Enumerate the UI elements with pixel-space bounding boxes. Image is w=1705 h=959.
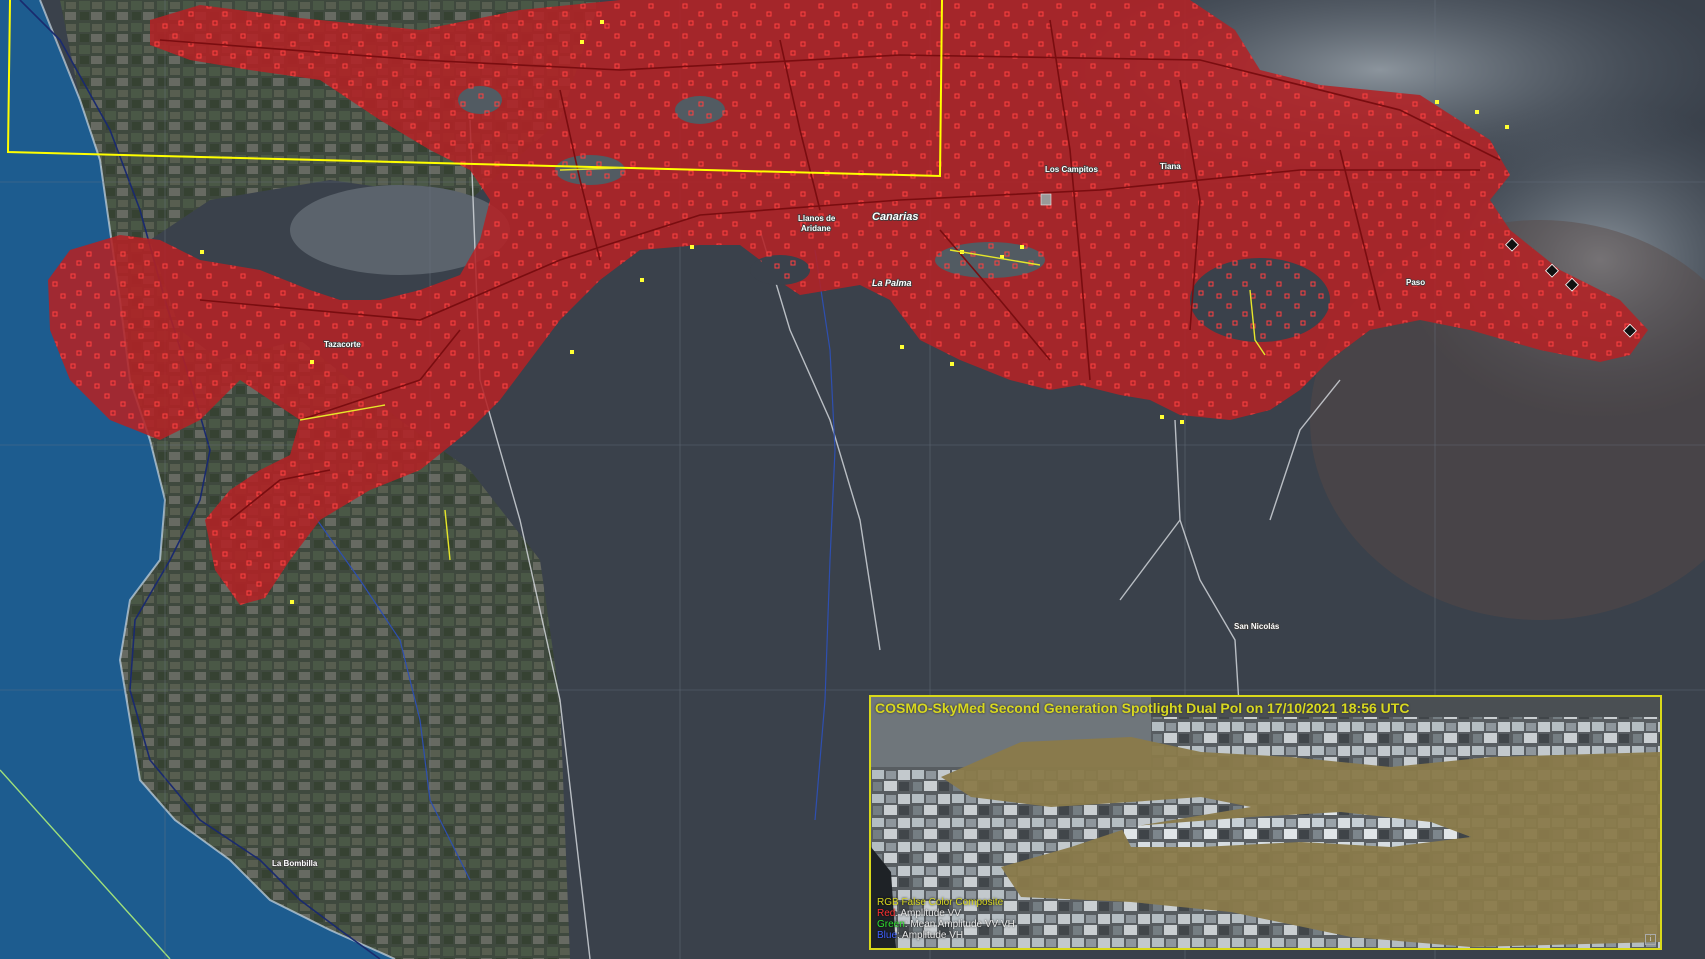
place-label-los-campitos: Los Campitos [1045,165,1098,174]
legend-blue-value: : Amplitude VH [897,930,964,941]
inset-legend: RGB False Color Composite Red: Amplitude… [877,897,1015,941]
place-label-san-nicolas: San Nicolás [1234,622,1280,631]
legend-green-row: Green: Mean Amplitude VV-VH [877,919,1015,930]
place-label-la-bombilla: La Bombilla [272,859,318,868]
legend-red-key: Red [877,908,896,919]
place-label-la-palma: La Palma [872,278,912,288]
place-label-canarias: Canarias [872,211,918,223]
legend-red-value: : Amplitude VV [895,908,961,919]
place-label-llanos-2: Aridane [801,224,831,233]
legend-blue-row: Blue: Amplitude VH [877,930,1015,941]
legend-title: RGB False Color Composite [877,897,1004,908]
legend-green-value: : Mean Amplitude VV-VH [904,919,1015,930]
legend-blue-key: Blue [877,930,898,941]
info-icon[interactable]: i [1645,934,1656,945]
place-label-tazacorte: Tazacorte [324,340,361,349]
legend-red-row: Red: Amplitude VV [877,908,1015,919]
place-label-paso: Paso [1406,278,1425,287]
place-label-llanos-1: Llanos de [798,214,836,223]
inset-title: COSMO-SkyMed Second Generation Spotlight… [875,700,1410,716]
sar-inset-panel[interactable]: COSMO-SkyMed Second Generation Spotlight… [869,695,1662,950]
legend-green-key: Green [877,919,905,930]
map-symbol [1040,193,1052,206]
place-label-tiana: Tiana [1160,162,1181,171]
